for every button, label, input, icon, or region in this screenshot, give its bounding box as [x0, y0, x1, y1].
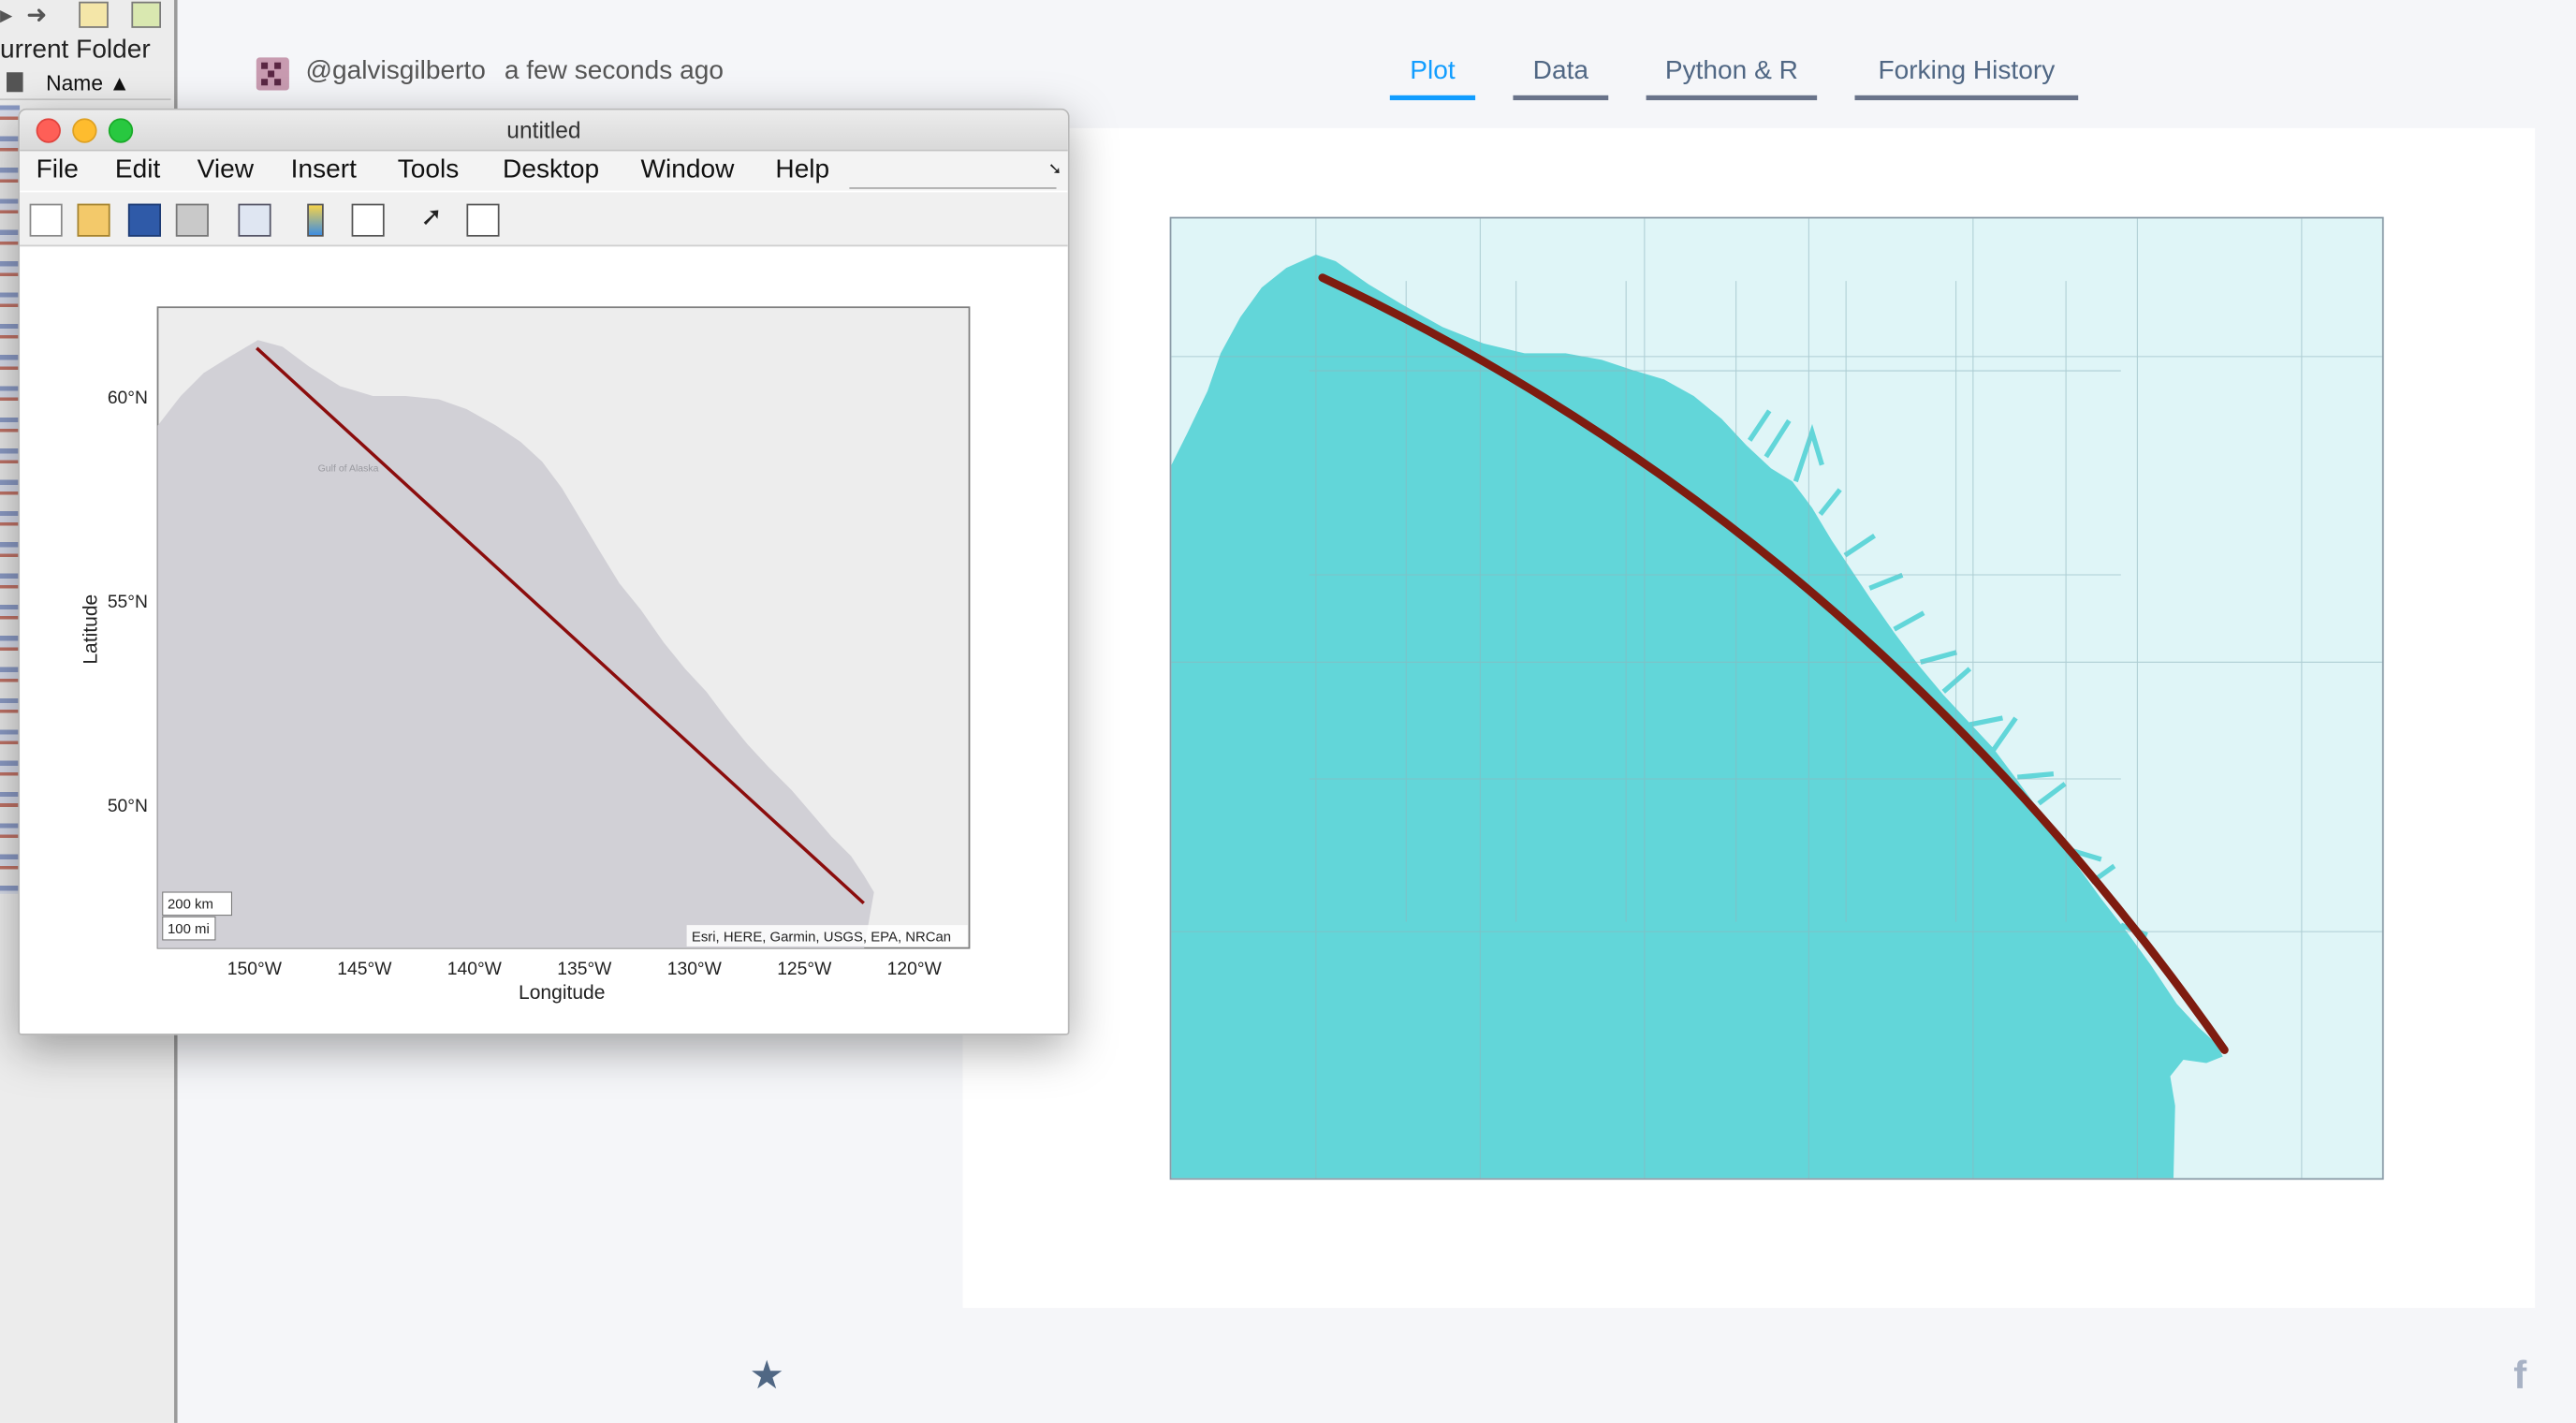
name-column-header[interactable]: Name ▲: [0, 69, 171, 101]
menu-help[interactable]: Help: [775, 156, 829, 186]
menu-bar: File Edit View Insert Tools Desktop Wind…: [20, 151, 1068, 191]
timestamp: a few seconds ago: [504, 57, 724, 86]
menu-desktop[interactable]: Desktop: [503, 156, 599, 186]
y-tick-label: 55°N: [108, 593, 148, 612]
property-editor-icon[interactable]: [466, 203, 500, 237]
avatar[interactable]: [256, 57, 289, 91]
matlab-figure-window[interactable]: untitled File Edit View Insert Tools Des…: [18, 108, 1070, 1035]
star-icon[interactable]: ★: [749, 1352, 784, 1400]
screen: ▸ ➜ urrent Folder Name ▲ @galvisgilberto…: [0, 0, 2576, 1423]
matlab-folder-toolbar: ▸ ➜: [0, 0, 174, 33]
current-folder-label: urrent Folder: [0, 36, 151, 65]
x-tick-label: 150°W: [227, 960, 283, 979]
x-tick-label: 125°W: [777, 960, 832, 979]
legend-icon[interactable]: [351, 203, 385, 237]
facebook-icon[interactable]: f: [2513, 1354, 2526, 1400]
plotly-map-svg: [1171, 218, 2382, 1179]
menu-edit[interactable]: Edit: [115, 156, 160, 186]
gulf-label: Gulf of Alaska: [318, 463, 379, 475]
browse-folder-icon[interactable]: [131, 1, 161, 28]
x-axis-label: Longitude: [519, 982, 605, 1004]
plotly-map[interactable]: [1169, 216, 2384, 1181]
x-tick-label: 140°W: [447, 960, 503, 979]
menu-tools[interactable]: Tools: [398, 156, 460, 186]
new-figure-icon[interactable]: [29, 203, 63, 237]
open-file-icon[interactable]: [77, 203, 110, 237]
document-icon: [7, 72, 23, 93]
link-icon[interactable]: [238, 203, 271, 237]
scalebar-km-label: 200 km: [168, 898, 213, 913]
y-tick-label: 60°N: [108, 389, 148, 408]
file-list[interactable]: [0, 105, 21, 894]
colorbar-icon[interactable]: [307, 203, 324, 237]
dock-arrow-icon[interactable]: ➘: [1048, 161, 1062, 179]
print-icon[interactable]: [175, 203, 209, 237]
pointer-icon[interactable]: ➚: [420, 204, 450, 234]
y-tick-label: 50°N: [108, 797, 148, 816]
x-tick-label: 120°W: [887, 960, 943, 979]
window-titlebar[interactable]: untitled: [20, 110, 1068, 152]
back-arrow-icon[interactable]: ▸: [0, 0, 12, 30]
tab-plot[interactable]: Plot: [1389, 57, 1476, 101]
menu-insert[interactable]: Insert: [291, 156, 357, 186]
tab-python-r[interactable]: Python & R: [1646, 57, 1818, 101]
up-folder-icon[interactable]: [79, 1, 109, 28]
menu-view[interactable]: View: [198, 156, 254, 186]
x-tick-label: 135°W: [557, 960, 612, 979]
x-tick-label: 130°W: [667, 960, 723, 979]
scalebar-mi-label: 100 mi: [168, 922, 210, 937]
figure-toolbar: ➚: [20, 192, 1068, 247]
name-column-label: Name ▲: [46, 70, 130, 95]
ocean-area: [1171, 255, 2223, 1179]
attribution-text: Esri, HERE, Garmin, USGS, EPA, NRCan: [692, 931, 951, 946]
window-title: untitled: [506, 116, 581, 143]
tab-data[interactable]: Data: [1513, 57, 1609, 101]
save-icon[interactable]: [127, 203, 161, 237]
menu-separator: [849, 187, 1057, 189]
forward-arrow-icon[interactable]: ➜: [26, 0, 47, 30]
username-link[interactable]: @galvisgilberto: [305, 57, 485, 87]
y-axis-label: Latitude: [80, 594, 102, 665]
matlab-geoaxes[interactable]: Gulf of Alaska 150°W 145°W 140°W 135°W 130°W…: [20, 245, 1068, 1034]
x-tick-label: 145°W: [337, 960, 392, 979]
tab-forking-history[interactable]: Forking History: [1854, 57, 2079, 101]
menu-file[interactable]: File: [37, 156, 79, 186]
menu-window[interactable]: Window: [640, 156, 734, 186]
